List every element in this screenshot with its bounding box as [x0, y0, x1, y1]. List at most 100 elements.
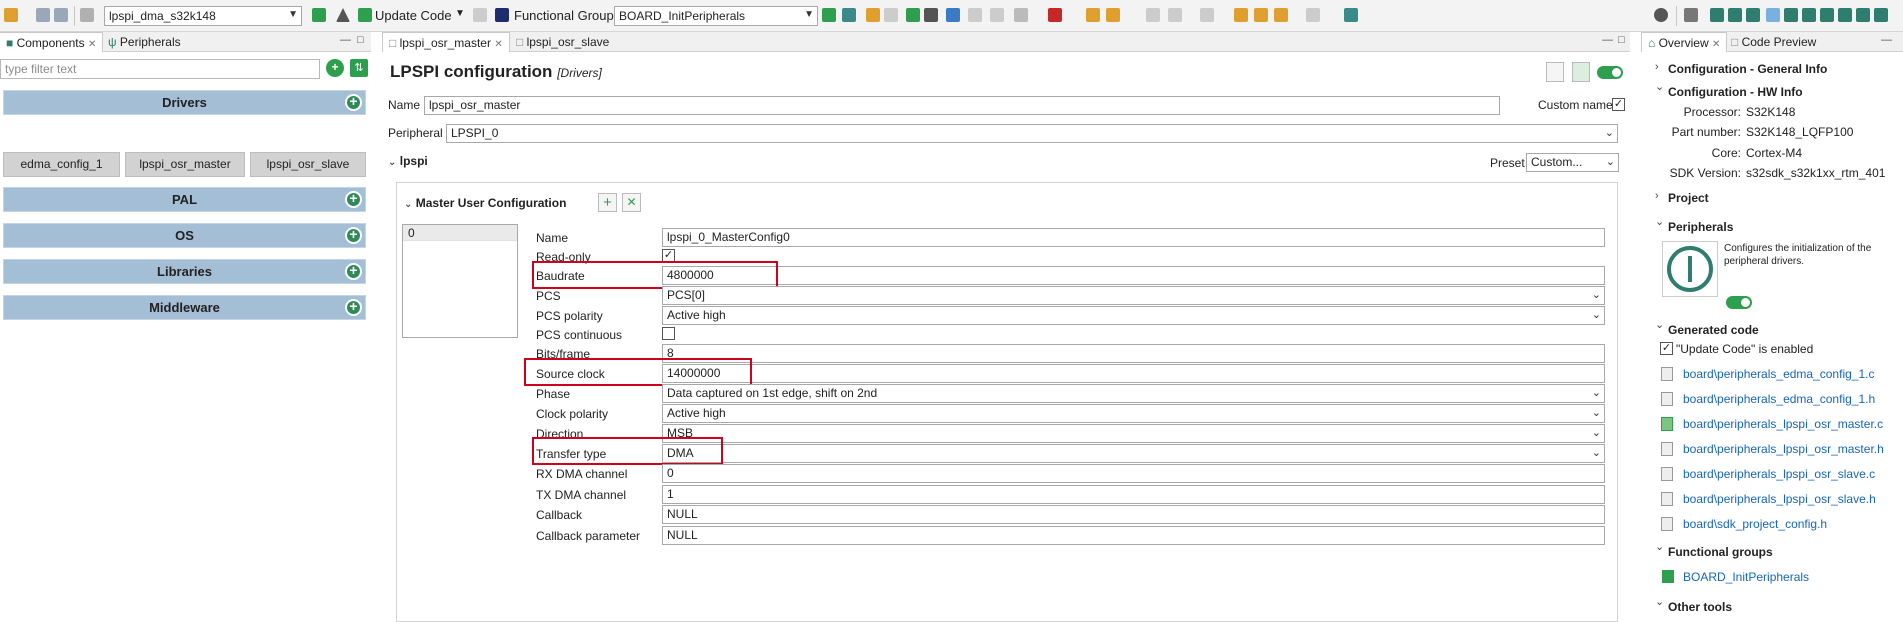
read-only-checkbox[interactable]: ✓ [662, 249, 675, 262]
source-clock-input[interactable]: 14000000 [662, 364, 1605, 383]
transfer-type-select[interactable]: DMA ⌄ [662, 444, 1605, 463]
tab-overview[interactable]: ⌂ Overview ✕ [1641, 32, 1728, 52]
generated-file-link[interactable]: board\peripherals_edma_config_1.h [1683, 392, 1875, 406]
reload-icon[interactable] [968, 8, 982, 22]
build-icon[interactable] [1106, 8, 1120, 22]
add-pal-icon[interactable] [345, 187, 362, 210]
list-tool-icon[interactable] [1802, 8, 1816, 22]
update-code-dropdown-icon[interactable]: ▼ [455, 8, 465, 19]
monitor-icon[interactable] [946, 8, 960, 22]
clocks-tool-icon[interactable] [1728, 8, 1742, 22]
chevron-down-icon[interactable]: ⌄ [1655, 540, 1664, 553]
direction-select[interactable]: MSB ⌄ [662, 424, 1605, 443]
chevron-down-icon[interactable]: ⌄ [1655, 215, 1664, 228]
callback-input[interactable]: NULL [662, 505, 1605, 524]
minimize-icon[interactable]: — [340, 34, 351, 46]
new-file-icon[interactable] [4, 8, 18, 22]
peripherals-tool-icon[interactable] [1766, 8, 1780, 22]
search-icon[interactable] [1654, 8, 1668, 22]
generated-file-link[interactable]: board\peripherals_lpspi_osr_master.h [1683, 442, 1884, 456]
chevron-down-icon[interactable]: ⌄ [1655, 595, 1664, 608]
open-external-icon[interactable] [1344, 8, 1358, 22]
add-middleware-icon[interactable] [345, 295, 362, 318]
callback-param-input[interactable]: NULL [662, 526, 1605, 545]
calendar-icon[interactable] [842, 8, 856, 22]
general-info-section[interactable]: Configuration - General Info [1668, 62, 1827, 76]
functional-group-icon[interactable] [495, 8, 509, 22]
close-icon[interactable]: ✕ [494, 39, 502, 50]
minimize-icon[interactable]: — [1602, 34, 1613, 46]
lpspi-section-header[interactable]: ⌄ lpspi [388, 154, 428, 168]
add-component-icon[interactable]: + [326, 59, 344, 77]
minimize-icon[interactable]: — [1881, 34, 1892, 46]
generated-file-link[interactable]: board\sdk_project_config.h [1683, 517, 1827, 531]
master-config-header[interactable]: ⌄ Master User Configuration [404, 196, 566, 210]
debug-tool-icon[interactable] [1784, 8, 1798, 22]
skip-icon[interactable] [1200, 8, 1214, 22]
preset-select[interactable]: Custom... ⌄ [1526, 153, 1619, 172]
run-icon[interactable] [1086, 8, 1100, 22]
component-edma-config[interactable]: edma_config_1 [3, 152, 120, 177]
filter-input[interactable]: type filter text [0, 59, 320, 79]
functional-group-combo[interactable]: BOARD_InitPeripherals ▼ [614, 6, 818, 26]
baudrate-input[interactable]: 4800000 [662, 266, 1605, 285]
sort-icon[interactable] [924, 8, 938, 22]
home-icon[interactable] [312, 8, 326, 22]
add-library-icon[interactable] [345, 259, 362, 282]
group-libraries[interactable]: Libraries [3, 259, 366, 284]
component-lpspi-master[interactable]: lpspi_osr_master [125, 152, 245, 177]
lock-icon[interactable] [1572, 62, 1590, 82]
generated-file-link[interactable]: board\peripherals_lpspi_osr_slave.h [1683, 492, 1876, 506]
tab-peripherals[interactable]: ψ Peripherals [102, 32, 187, 52]
phase-select[interactable]: Data captured on 1st edge, shift on 2nd … [662, 384, 1605, 403]
component-lpspi-slave[interactable]: lpspi_osr_slave [250, 152, 366, 177]
chip-tool-icon[interactable] [1838, 8, 1852, 22]
tx-dma-input[interactable]: 1 [662, 485, 1605, 504]
group-pal[interactable]: PAL [3, 187, 366, 212]
back-icon[interactable] [1274, 8, 1288, 22]
tab-code-preview[interactable]: □ Code Preview [1725, 32, 1822, 52]
debug-icon[interactable] [1048, 8, 1062, 22]
other-tools-section[interactable]: Other tools [1668, 600, 1732, 614]
peripherals-section[interactable]: Peripherals [1668, 220, 1733, 234]
print-icon[interactable] [80, 8, 94, 22]
add-driver-icon[interactable] [345, 90, 362, 113]
close-icon[interactable]: ✕ [88, 39, 96, 50]
update-code-icon[interactable] [358, 8, 372, 22]
chevron-down-icon[interactable]: ⌄ [1655, 80, 1664, 93]
close-icon[interactable]: ✕ [1712, 39, 1720, 50]
tool-icon[interactable] [1014, 8, 1028, 22]
pins-tool-icon[interactable] [1710, 8, 1724, 22]
group-middleware[interactable]: Middleware [3, 295, 366, 320]
back-history-icon[interactable] [1234, 8, 1248, 22]
tab-components[interactable]: ■ Components ✕ [0, 32, 104, 52]
chevron-right-icon[interactable]: › [1655, 61, 1659, 73]
functional-groups-section[interactable]: Functional groups [1668, 545, 1773, 559]
chevron-down-icon[interactable]: ⌄ [1655, 318, 1664, 331]
pcs-select[interactable]: PCS[0] ⌄ [662, 286, 1605, 305]
bits-frame-input[interactable]: 8 [662, 344, 1605, 363]
branch-tool-icon[interactable] [1874, 8, 1888, 22]
import-icon[interactable] [906, 8, 920, 22]
sort-components-icon[interactable]: ⇅ [350, 59, 368, 77]
edit-icon[interactable] [990, 8, 1004, 22]
group-drivers[interactable]: Drivers [3, 90, 366, 115]
hw-info-section[interactable]: Configuration - HW Info [1668, 85, 1803, 99]
update-code-button[interactable]: Update Code [375, 8, 452, 23]
maximize-icon[interactable]: □ [1618, 34, 1625, 46]
generated-code-section[interactable]: Generated code [1668, 323, 1759, 337]
save-icon[interactable] [36, 8, 50, 22]
forward-history-icon[interactable] [1254, 8, 1268, 22]
perspective-icon[interactable] [1684, 8, 1698, 22]
field-name-input[interactable]: lpspi_0_MasterConfig0 [662, 228, 1605, 247]
add-config-icon[interactable]: + [598, 193, 617, 212]
step-icon[interactable] [1168, 8, 1182, 22]
update-code-checkbox[interactable]: ✓ [1660, 342, 1673, 355]
cloud-tool-icon[interactable] [1856, 8, 1870, 22]
chevron-right-icon[interactable]: › [1655, 190, 1659, 202]
pcs-continuous-checkbox[interactable] [662, 327, 675, 340]
document-icon[interactable] [473, 8, 487, 22]
pen-icon[interactable] [1146, 8, 1160, 22]
peripherals-toggle[interactable] [1726, 296, 1752, 309]
tab-lpspi-osr-master[interactable]: □ lpspi_osr_master ✕ [382, 32, 510, 52]
